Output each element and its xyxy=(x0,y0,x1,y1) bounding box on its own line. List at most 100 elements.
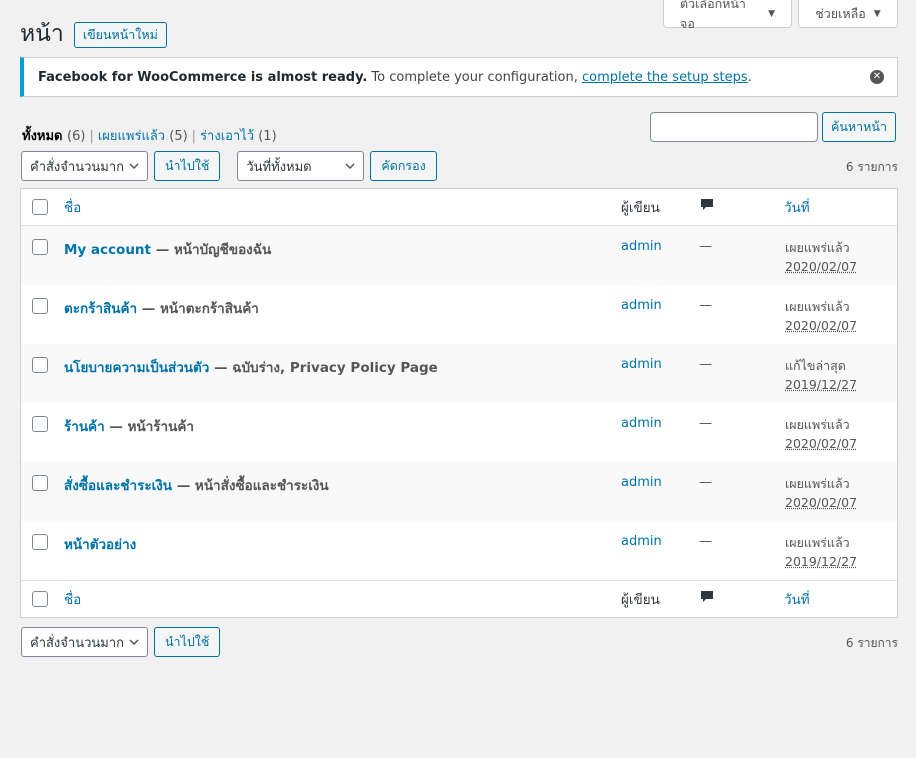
page-title-link[interactable]: หน้าตัวอย่าง xyxy=(64,537,136,553)
page-title-link[interactable]: สั่งซื้อและชำระเงิน xyxy=(64,478,172,494)
sort-title-header[interactable]: ชื่อ xyxy=(64,588,81,610)
chevron-down-icon xyxy=(129,163,139,170)
help-label: ช่วยเหลือ xyxy=(815,5,866,21)
page-title-link[interactable]: My account xyxy=(64,242,151,258)
page-title-link[interactable]: ตะกร้าสินค้า xyxy=(64,301,137,317)
view-published-link[interactable]: เผยแพร่แล้ว (5) xyxy=(98,129,188,144)
row-title: ร้านค้า — หน้าร้านค้า xyxy=(64,415,194,437)
filter-button[interactable]: คัดกรอง xyxy=(370,151,437,181)
separator: | xyxy=(89,129,94,144)
select-all-checkbox[interactable] xyxy=(32,591,48,607)
row-checkbox[interactable] xyxy=(32,298,48,314)
tablenav-bottom: คำสั่งจำนวนมาก นำไปใช้ xyxy=(21,627,221,657)
row-date: แก้ไขล่าสุด 2019/12/27 xyxy=(785,358,858,392)
setup-steps-link[interactable]: complete the setup steps xyxy=(582,70,748,85)
date-filter-select[interactable]: วันที่ทั้งหมด xyxy=(237,151,365,181)
table-row: My account — หน้าบัญชีของฉัน admin — เผย… xyxy=(21,226,897,285)
author-link[interactable]: admin xyxy=(621,534,662,549)
author-header: ผู้เขียน xyxy=(621,200,660,216)
author-link[interactable]: admin xyxy=(621,475,662,490)
chevron-down-icon xyxy=(129,639,139,646)
item-count: 6 รายการ xyxy=(845,160,898,174)
item-count: 6 รายการ xyxy=(845,636,898,650)
screen-options-button[interactable]: ตัวเลือกหน้าจอ ▼ xyxy=(663,0,792,31)
table-footer: ชื่อ ผู้เขียน วันที่ xyxy=(21,580,897,617)
status-filter-links: ทั้งหมด (6) | เผยแพร่แล้ว (5) | ร่างเอาไว้ (… xyxy=(22,125,277,146)
row-title: ตะกร้าสินค้า — หน้าตะกร้าสินค้า xyxy=(64,297,259,319)
row-date: เผยแพร่แล้ว 2020/02/07 xyxy=(785,240,858,274)
separator: | xyxy=(191,129,197,144)
screen-meta-links: ตัวเลือกหน้าจอ ▼ ช่วยเหลือ ▼ xyxy=(663,0,898,31)
search-pages-button[interactable]: ค้นหาหน้า xyxy=(822,112,896,142)
help-button[interactable]: ช่วยเหลือ ▼ xyxy=(798,0,898,28)
bulk-action-select[interactable]: คำสั่งจำนวนมาก xyxy=(21,627,148,657)
row-checkbox[interactable] xyxy=(32,239,48,255)
table-row: นโยบายความเป็นส่วนตัว — ฉบับร่าง, Privac… xyxy=(21,344,897,403)
notice-bold: Facebook for WooCommerce is almost ready… xyxy=(38,69,368,85)
sort-date-header[interactable]: วันที่ xyxy=(784,196,810,218)
table-header: ชื่อ ผู้เขียน วันที่ xyxy=(21,189,897,226)
comment-icon[interactable] xyxy=(700,590,714,608)
author-link[interactable]: admin xyxy=(621,416,662,431)
row-title: หน้าตัวอย่าง xyxy=(64,533,136,555)
pages-table: ชื่อ ผู้เขียน วันที่ My account — หน้าบั… xyxy=(20,188,898,618)
row-date: เผยแพร่แล้ว 2019/12/27 xyxy=(785,535,858,569)
screen-options-label: ตัวเลือกหน้าจอ xyxy=(680,0,746,31)
dismiss-icon[interactable]: ✕ xyxy=(870,70,884,84)
author-link[interactable]: admin xyxy=(621,357,662,372)
row-checkbox[interactable] xyxy=(32,534,48,550)
row-title: สั่งซื้อและชำระเงิน — หน้าสั่งซื้อและชำร… xyxy=(64,474,329,496)
table-row: ตะกร้าสินค้า — หน้าตะกร้าสินค้า admin — … xyxy=(21,285,897,344)
row-checkbox[interactable] xyxy=(32,475,48,491)
tablenav-top: คำสั่งจำนวนมาก นำไปใช้ วันที่ทั้งหมด คัด… xyxy=(21,151,437,181)
author-link[interactable]: admin xyxy=(621,239,662,254)
bulk-apply-button[interactable]: นำไปใช้ xyxy=(154,627,221,657)
comment-count: — xyxy=(699,534,712,549)
caret-down-icon: ▼ xyxy=(873,8,881,19)
view-drafts-link[interactable]: ร่างเอาไว้ (1) xyxy=(200,129,277,144)
page-heading: หน้า เขียนหน้าใหม่ xyxy=(20,18,167,50)
chevron-down-icon xyxy=(345,163,355,170)
sort-date-header[interactable]: วันที่ xyxy=(784,588,810,610)
page-title: หน้า xyxy=(20,21,64,47)
comment-count: — xyxy=(699,239,712,254)
bulk-apply-button[interactable]: นำไปใช้ xyxy=(154,151,221,181)
page-state: — หน้าตะกร้าสินค้า xyxy=(137,301,259,317)
bulk-action-value: คำสั่งจำนวนมาก xyxy=(30,159,125,175)
view-all-link[interactable]: ทั้งหมด (6) xyxy=(22,129,85,144)
row-title: My account — หน้าบัญชีของฉัน xyxy=(64,238,271,260)
table-row: หน้าตัวอย่าง admin — เผยแพร่แล้ว 2019/12/… xyxy=(21,521,897,580)
page-state: — ฉบับร่าง, Privacy Policy Page xyxy=(209,360,438,376)
row-date: เผยแพร่แล้ว 2020/02/07 xyxy=(785,299,858,333)
notice-body: To complete your configuration, xyxy=(367,69,582,85)
comment-count: — xyxy=(699,416,712,431)
caret-down-icon: ▼ xyxy=(768,8,775,19)
row-title: นโยบายความเป็นส่วนตัว — ฉบับร่าง, Privac… xyxy=(64,356,438,378)
sort-title-header[interactable]: ชื่อ xyxy=(64,196,81,218)
row-date: เผยแพร่แล้ว 2020/02/07 xyxy=(785,476,858,510)
page-state: — หน้าบัญชีของฉัน xyxy=(151,242,272,258)
select-all-checkbox[interactable] xyxy=(32,199,48,215)
page-state: — หน้าร้านค้า xyxy=(104,419,194,435)
add-new-page-button[interactable]: เขียนหน้าใหม่ xyxy=(73,22,167,48)
comment-count: — xyxy=(699,298,712,313)
notice-end: . xyxy=(747,69,752,85)
page-title-link[interactable]: นโยบายความเป็นส่วนตัว xyxy=(64,360,209,376)
search-input[interactable] xyxy=(650,112,818,142)
author-header: ผู้เขียน xyxy=(621,592,660,608)
search-box: ค้นหาหน้า xyxy=(650,112,896,142)
bulk-action-value: คำสั่งจำนวนมาก xyxy=(30,635,125,651)
author-link[interactable]: admin xyxy=(621,298,662,313)
date-filter-value: วันที่ทั้งหมด xyxy=(246,159,312,175)
bulk-action-select[interactable]: คำสั่งจำนวนมาก xyxy=(21,151,148,181)
row-date: เผยแพร่แล้ว 2020/02/07 xyxy=(785,417,858,451)
table-row: ร้านค้า — หน้าร้านค้า admin — เผยแพร่แล้… xyxy=(21,403,897,462)
notice-text: Facebook for WooCommerce is almost ready… xyxy=(38,70,752,85)
comment-icon[interactable] xyxy=(700,198,714,216)
row-checkbox[interactable] xyxy=(32,357,48,373)
page-title-link[interactable]: ร้านค้า xyxy=(64,419,105,435)
row-checkbox[interactable] xyxy=(32,416,48,432)
comment-count: — xyxy=(699,357,712,372)
facebook-setup-notice: Facebook for WooCommerce is almost ready… xyxy=(20,57,898,97)
table-row: สั่งซื้อและชำระเงิน — หน้าสั่งซื้อและชำร… xyxy=(21,462,897,521)
